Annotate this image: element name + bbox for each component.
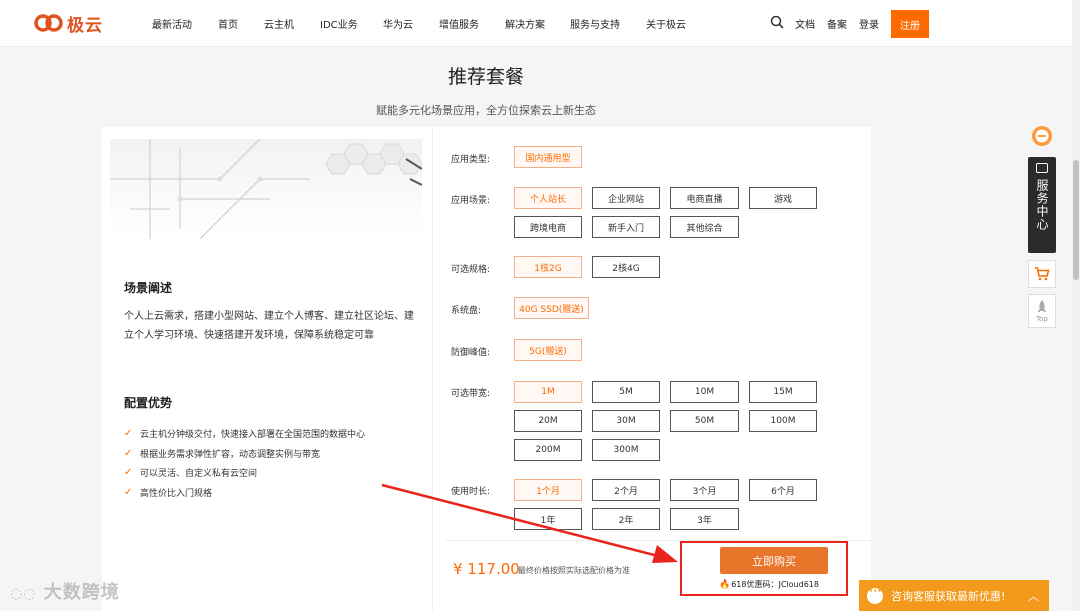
cart-button[interactable] xyxy=(1028,260,1056,288)
scene-label: 应用场景: xyxy=(451,196,491,206)
option-spec-1c2g[interactable]: 1核2G xyxy=(514,256,582,278)
logo[interactable]: 极云 xyxy=(34,12,103,36)
search-icon[interactable] xyxy=(770,15,784,29)
nav-item-about[interactable]: 关于极云 xyxy=(646,16,706,31)
option-duration-3y[interactable]: 3年 xyxy=(670,508,739,530)
chevron-up-icon[interactable]: ︿ xyxy=(1028,588,1039,604)
option-bw-300m[interactable]: 300M xyxy=(592,439,660,461)
check-icon: ✓ xyxy=(124,447,133,459)
circuit-hexagon-illustration xyxy=(110,139,422,239)
scrollbar-thumb[interactable] xyxy=(1073,160,1079,280)
disk-label: 系统盘: xyxy=(451,306,482,316)
option-bw-100m[interactable]: 100M xyxy=(749,410,817,432)
docs-link[interactable]: 文档 xyxy=(795,16,815,31)
app-type-label: 应用类型: xyxy=(451,155,491,165)
option-duration-1m[interactable]: 1个月 xyxy=(514,479,582,501)
nav-item-idc[interactable]: IDC业务 xyxy=(320,16,383,31)
cloud-logo-icon xyxy=(34,14,63,32)
option-scene-cross-border[interactable]: 跨境电商 xyxy=(514,216,582,238)
option-bw-30m[interactable]: 30M xyxy=(592,410,660,432)
ddos-label: 防御峰值: xyxy=(451,348,491,358)
consult-label: 咨询客服获取最新优惠! xyxy=(891,589,1006,603)
check-icon: ✓ xyxy=(124,486,133,498)
option-duration-6m[interactable]: 6个月 xyxy=(749,479,817,501)
service-icon xyxy=(1036,163,1048,173)
option-duration-3m[interactable]: 3个月 xyxy=(670,479,739,501)
nav-item-support[interactable]: 服务与支持 xyxy=(570,16,646,31)
nav-item-solutions[interactable]: 解决方案 xyxy=(505,16,570,31)
option-scene-beginner[interactable]: 新手入门 xyxy=(592,216,660,238)
scrollbar-track[interactable] xyxy=(1072,0,1080,611)
annotation-highlight-box xyxy=(680,541,848,596)
logo-text: 极云 xyxy=(67,15,103,36)
service-center-button[interactable]: 服务中心 xyxy=(1028,157,1056,253)
option-duration-2m[interactable]: 2个月 xyxy=(592,479,660,501)
scene-title: 场景阐述 xyxy=(124,281,173,295)
scene-description-pane: 场景阐述 个人上云需求，搭建小型网站、建立个人博客、建立社区论坛、建立个人学习环… xyxy=(102,127,432,611)
option-duration-2y[interactable]: 2年 xyxy=(592,508,660,530)
record-link[interactable]: 备案 xyxy=(827,16,847,31)
option-ddos-5g[interactable]: 5G(赠送) xyxy=(514,339,582,361)
list-item: ✓ 高性价比入门规格 xyxy=(124,486,213,499)
scene-text: 个人上云需求，搭建小型网站、建立个人博客、建立社区论坛、建立个人学习环境、快速搭… xyxy=(124,311,414,341)
watermark-text: 大数跨境 xyxy=(43,582,120,603)
section-title: 推荐套餐 xyxy=(447,66,524,88)
register-button[interactable]: 注册 xyxy=(891,10,929,38)
chat-icon xyxy=(867,584,883,604)
option-duration-1y[interactable]: 1年 xyxy=(514,508,582,530)
chat-bubble-icon[interactable] xyxy=(1030,124,1054,148)
option-app-type-domestic[interactable]: 国内通用型 xyxy=(514,146,582,168)
bandwidth-label: 可选带宽: xyxy=(451,389,491,399)
option-bw-15m[interactable]: 15M xyxy=(749,381,817,403)
option-bw-200m[interactable]: 200M xyxy=(514,439,582,461)
nav-item-latest-activity[interactable]: 最新活动 xyxy=(152,16,218,31)
option-bw-5m[interactable]: 5M xyxy=(592,381,660,403)
price: ¥ 117.00 xyxy=(453,560,520,578)
hero-image xyxy=(110,139,422,239)
list-item: ✓ 云主机分钟级交付，快速接入部署在全国范围的数据中心 xyxy=(124,428,366,441)
back-to-top-button[interactable]: Top xyxy=(1028,294,1056,328)
nav-item-home[interactable]: 首页 xyxy=(218,16,264,31)
duration-label: 使用时长: xyxy=(451,487,491,497)
rocket-icon xyxy=(1037,299,1047,312)
top-navbar: 极云 最新活动 首页 云主机 IDC业务 华为云 增值服务 解决方案 服务与支持… xyxy=(0,0,1072,47)
consult-banner[interactable]: 咨询客服获取最新优惠! ︿ xyxy=(859,580,1049,611)
option-scene-live-commerce[interactable]: 电商直播 xyxy=(670,187,739,209)
watermark: ◌◌ 大数跨境 xyxy=(10,578,120,604)
package-card: 场景阐述 个人上云需求，搭建小型网站、建立个人博客、建立社区论坛、建立个人学习环… xyxy=(102,127,871,611)
check-icon: ✓ xyxy=(124,428,133,440)
watermark-logo-icon: ◌◌ xyxy=(10,586,37,602)
option-scene-personal[interactable]: 个人站长 xyxy=(514,187,582,209)
service-center-label: 服务中心 xyxy=(1035,179,1049,231)
price-note: 最终价格按照实际选配价格为准 xyxy=(518,566,630,575)
option-disk-40g[interactable]: 40G SSD(赠送) xyxy=(514,297,589,319)
section-subtitle: 赋能多元化场景应用，全方位探索云上新生态 xyxy=(376,104,596,117)
check-icon: ✓ xyxy=(124,467,133,479)
main-nav: 最新活动 首页 云主机 IDC业务 华为云 增值服务 解决方案 服务与支持 关于… xyxy=(152,16,706,31)
list-item: ✓ 根据业务需求弹性扩容，动态调整实例与带宽 xyxy=(124,447,321,460)
cart-icon xyxy=(1035,267,1050,281)
nav-item-huawei-cloud[interactable]: 华为云 xyxy=(383,16,439,31)
pane-divider xyxy=(432,127,433,611)
option-spec-2c4g[interactable]: 2核4G xyxy=(592,256,660,278)
advantages-title: 配置优势 xyxy=(124,396,173,410)
top-label: Top xyxy=(1036,314,1048,323)
option-scene-other[interactable]: 其他综合 xyxy=(670,216,739,238)
advantages-list: ✓ 云主机分钟级交付，快速接入部署在全国范围的数据中心 ✓ 根据业务需求弹性扩容，动… xyxy=(124,424,365,502)
option-bw-20m[interactable]: 20M xyxy=(514,410,582,432)
option-scene-game[interactable]: 游戏 xyxy=(749,187,817,209)
option-bw-50m[interactable]: 50M xyxy=(670,410,739,432)
list-item: ✓ 可以灵活、自定义私有云空间 xyxy=(124,467,258,480)
login-link[interactable]: 登录 xyxy=(859,16,879,31)
spec-label: 可选规格: xyxy=(451,265,491,275)
option-bw-1m[interactable]: 1M xyxy=(514,381,582,403)
option-bw-10m[interactable]: 10M xyxy=(670,381,739,403)
option-scene-enterprise[interactable]: 企业网站 xyxy=(592,187,660,209)
nav-item-cloud-host[interactable]: 云主机 xyxy=(264,16,320,31)
nav-item-value-added[interactable]: 增值服务 xyxy=(439,16,505,31)
